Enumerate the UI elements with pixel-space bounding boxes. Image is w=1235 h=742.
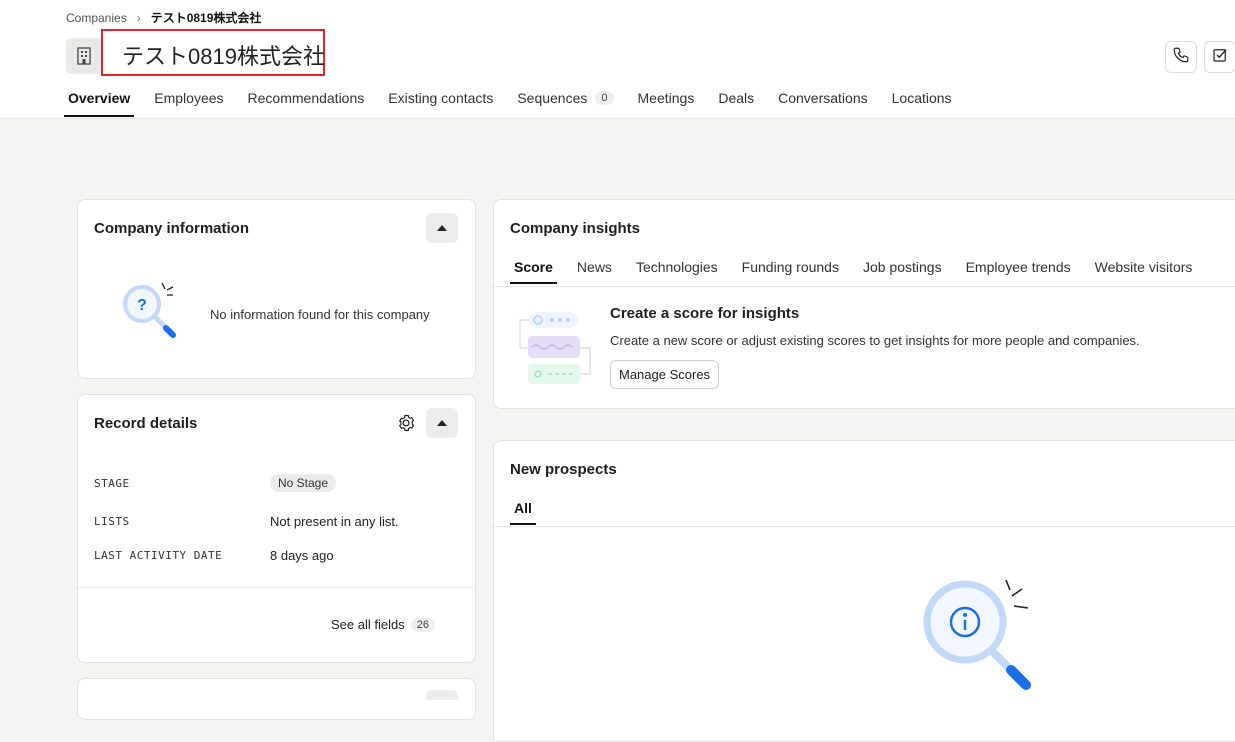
tab-meetings[interactable]: Meetings — [626, 84, 707, 117]
tab-label: Overview — [68, 90, 131, 106]
field-label-last-activity: LAST ACTIVITY DATE — [94, 549, 223, 562]
tab-label: Conversations — [778, 90, 868, 106]
insights-tab-website-visitors[interactable]: Website visitors — [1083, 256, 1205, 284]
insights-tab-technologies[interactable]: Technologies — [624, 256, 730, 284]
tab-existing-contacts[interactable]: Existing contacts — [376, 84, 505, 117]
gear-icon[interactable] — [396, 413, 416, 433]
tab-label: Recommendations — [247, 90, 365, 106]
next-card — [77, 678, 476, 720]
tab-label: Meetings — [637, 90, 695, 106]
insights-tab-funding-rounds[interactable]: Funding rounds — [730, 256, 851, 284]
insights-tabs: Score News Technologies Funding rounds J… — [510, 256, 1204, 284]
magnifier-info-icon — [918, 574, 1038, 701]
prospects-tab-all[interactable]: All — [510, 497, 536, 525]
tab-deals[interactable]: Deals — [706, 84, 766, 117]
magnifier-question-icon: ? — [118, 280, 180, 347]
caret-up-icon — [437, 225, 447, 231]
breadcrumb-companies-link[interactable]: Companies — [66, 11, 127, 25]
see-all-fields-link[interactable]: See all fields 26 — [331, 617, 435, 632]
tab-employees[interactable]: Employees — [142, 84, 235, 117]
tab-recommendations[interactable]: Recommendations — [236, 84, 377, 117]
divider — [78, 587, 473, 588]
stage-badge[interactable]: No Stage — [270, 474, 337, 492]
insights-tab-employee-trends[interactable]: Employee trends — [954, 256, 1083, 284]
new-prospects-title: New prospects — [510, 461, 617, 478]
no-info-text: No information found for this company — [210, 307, 430, 322]
new-prospects-card — [493, 440, 1235, 742]
divider — [494, 526, 1235, 527]
tab-overview[interactable]: Overview — [64, 84, 135, 117]
collapse-record-details-button[interactable] — [426, 408, 458, 438]
insights-tab-job-postings[interactable]: Job postings — [851, 256, 954, 284]
caret-up-icon — [437, 420, 447, 426]
tab-sequences[interactable]: Sequences 0 — [505, 84, 625, 117]
tab-label: Employees — [154, 90, 224, 106]
field-value-lists: Not present in any list. — [270, 514, 399, 529]
insights-heading: Create a score for insights — [610, 305, 800, 322]
breadcrumb-current: テスト0819株式会社 — [150, 11, 262, 25]
call-button[interactable] — [1165, 41, 1197, 73]
building-icon — [66, 38, 102, 74]
svg-text:?: ? — [137, 297, 147, 314]
record-details-title: Record details — [94, 415, 198, 432]
tab-locations[interactable]: Locations — [880, 84, 964, 117]
breadcrumb: Companies › テスト0819株式会社 — [66, 9, 261, 26]
company-insights-title: Company insights — [510, 220, 641, 237]
page-title: テスト0819株式会社 — [122, 44, 325, 69]
field-value-last-activity: 8 days ago — [270, 548, 334, 563]
page-header: Companies › テスト0819株式会社 テスト0819株式会社 Over… — [0, 0, 1235, 119]
fields-count-badge: 26 — [410, 617, 435, 632]
field-label-lists: LISTS — [94, 515, 130, 528]
insights-tab-score[interactable]: Score — [510, 256, 557, 284]
see-all-fields-label: See all fields — [331, 617, 405, 632]
prospects-tabs: All — [510, 497, 544, 525]
collapse-next-card-button[interactable] — [426, 690, 458, 700]
record-tabs: Overview Employees Recommendations Exist… — [64, 84, 964, 117]
tab-label: Locations — [891, 90, 952, 106]
collapse-company-info-button[interactable] — [426, 213, 458, 243]
field-label-stage: STAGE — [94, 477, 130, 490]
tab-conversations[interactable]: Conversations — [766, 84, 880, 117]
phone-icon — [1172, 46, 1190, 69]
tab-label: Deals — [718, 90, 755, 106]
divider — [494, 286, 1235, 287]
task-check-icon — [1211, 46, 1229, 69]
insights-tab-news[interactable]: News — [565, 256, 624, 284]
chevron-right-icon: › — [136, 10, 141, 25]
insights-description: Create a new score or adjust existing sc… — [610, 333, 1140, 348]
manage-scores-button[interactable]: Manage Scores — [610, 360, 720, 389]
add-task-button[interactable] — [1204, 41, 1235, 73]
sequences-count-badge: 0 — [595, 91, 614, 105]
score-illustration-icon — [514, 308, 594, 393]
tab-label: Existing contacts — [388, 90, 494, 106]
tab-label: Sequences — [517, 90, 588, 106]
company-information-title: Company information — [94, 220, 250, 237]
